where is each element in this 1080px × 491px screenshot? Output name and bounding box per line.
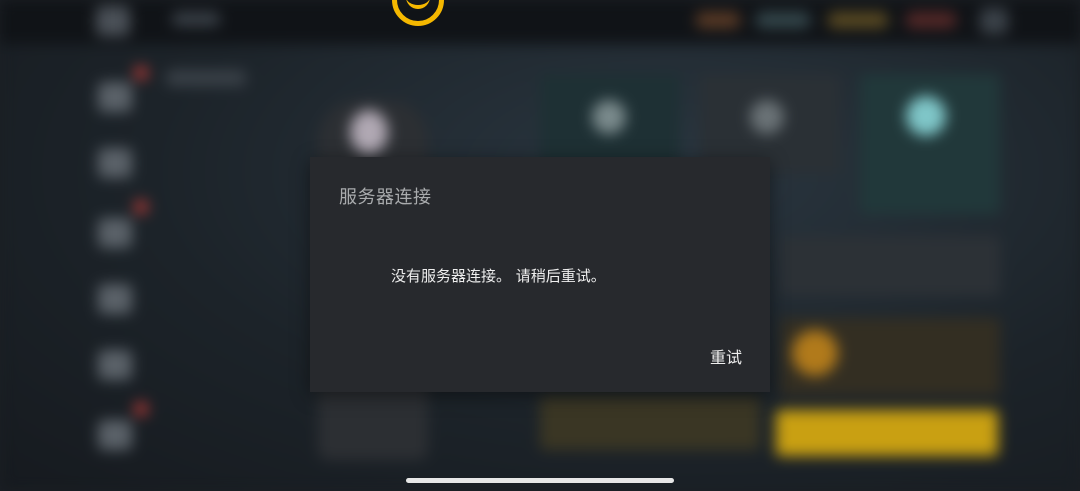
home-indicator[interactable]: [406, 478, 674, 483]
background-notification-badge: [134, 66, 148, 80]
background-currency-2: [756, 12, 810, 28]
background-mode-icon: [906, 96, 946, 136]
background-character-head: [350, 110, 388, 154]
background-currency-3: [828, 12, 888, 28]
background-menu-icon: [96, 6, 130, 36]
background-friend-panel: [780, 236, 1000, 296]
dialog-message: 没有服务器连接。 请稍后重试。: [391, 267, 606, 285]
background-start-button: [776, 410, 998, 456]
background-mode-card: [860, 74, 1000, 214]
background-settings-icon: [980, 8, 1008, 34]
background-player-name: [166, 70, 246, 86]
background-mode-icon: [592, 100, 626, 134]
background-sidebar-item: [98, 82, 132, 112]
background-sidebar-item: [98, 350, 132, 380]
background-sidebar-item: [98, 420, 132, 450]
background-notification-badge: [134, 402, 148, 416]
background-secondary-button: [540, 396, 760, 450]
background-currency-4: [906, 12, 956, 28]
dialog-title: 服务器连接: [339, 187, 432, 208]
background-sidebar-item: [98, 284, 132, 314]
background-sidebar-item: [98, 218, 132, 248]
background-top-label: [172, 12, 220, 26]
background-currency-1: [696, 12, 740, 28]
background-mode-icon: [750, 100, 784, 134]
retry-button[interactable]: 重试: [702, 345, 750, 371]
background-rank-icon: [792, 330, 838, 376]
background-notification-badge: [134, 200, 148, 214]
background-sidebar-item: [98, 148, 132, 178]
server-connection-dialog: 服务器连接 没有服务器连接。 请稍后重试。 重试: [310, 157, 770, 392]
